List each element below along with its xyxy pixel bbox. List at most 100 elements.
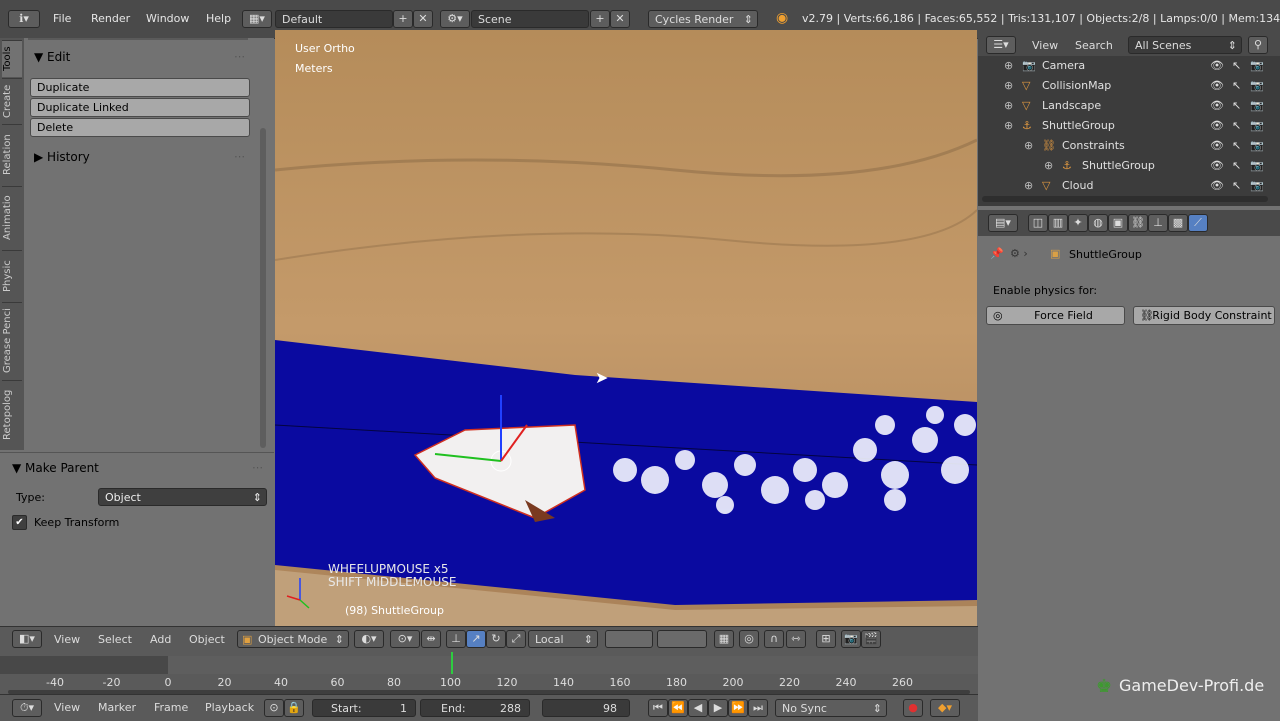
expand-toggle-icon[interactable]: ⊕ [1044,156,1053,176]
expand-toggle-icon[interactable]: ⊕ [1004,56,1013,76]
selectable-arrow-icon[interactable]: ↖ [1232,156,1241,176]
pivot-icon[interactable]: ⊙▾ [390,630,420,648]
render-camera-icon[interactable]: 📷 [1250,56,1264,76]
manipulator-toggle-icon[interactable]: ⇹ [421,630,441,648]
tab-tools[interactable]: Tools [2,40,22,77]
outliner-row[interactable]: ⊕ ▽ Cloud 👁 ↖ 📷 [978,176,1280,196]
translate-active-icon[interactable]: ↗ [466,630,486,648]
expand-toggle-icon[interactable]: ⊕ [1004,96,1013,116]
translate-icon[interactable]: ⊥ [446,630,466,648]
3d-viewport[interactable]: User Ortho Meters WHEELUPMOUSE x5 SHIFT … [275,30,977,626]
drag-handle-icon[interactable]: ⋯ [252,461,263,474]
screen-layout-field[interactable]: Default [275,10,393,28]
delete-button[interactable]: Delete [30,118,250,137]
render-camera-icon[interactable]: 📷 [1250,96,1264,116]
viewport-type-icon[interactable]: ◧▾ [12,630,42,648]
world-tab-icon[interactable]: ◍ [1088,214,1108,232]
timeline-type-icon[interactable]: ⏱▾ [12,699,42,717]
timeline[interactable]: -40 -20 0 20 40 60 80 100 120 140 160 180 200 220 240 2… [0,650,978,694]
menu-file[interactable]: File [53,12,71,25]
layer-buttons-2[interactable] [657,630,707,648]
rigid-body-constraint-button[interactable]: ⛓ Rigid Body Constraint [1133,306,1275,325]
proportional-edit-icon[interactable]: ◎ [739,630,759,648]
tab-create[interactable]: Create [2,78,22,123]
render-camera-icon[interactable]: 📷 [1250,116,1264,136]
duplicate-linked-button[interactable]: Duplicate Linked [30,98,250,117]
selectable-arrow-icon[interactable]: ↖ [1232,116,1241,136]
tab-grease-pencil[interactable]: Grease Penci [2,302,22,379]
shading-icon[interactable]: ◐▾ [354,630,384,648]
outliner-row[interactable]: ⊕ ▽ Landscape 👁 ↖ 📷 [978,96,1280,116]
render-camera-icon[interactable]: 📷 [1250,76,1264,96]
jump-keyframe-forward-icon[interactable]: ⏩ [728,699,748,717]
start-frame-field[interactable]: Start: 1 [312,699,416,717]
outliner-view-menu[interactable]: View [1032,39,1058,52]
layer-buttons-1[interactable] [605,630,653,648]
outliner-row[interactable]: ⊕ ▽ CollisionMap 👁 ↖ 📷 [978,76,1280,96]
footer-playback-menu[interactable]: Playback [205,701,254,714]
record-icon[interactable]: ● [903,699,923,717]
tab-physics[interactable]: Physic [2,250,22,301]
play-icon[interactable]: ▶ [708,699,728,717]
parent-type-dropdown[interactable]: Object ⇕ [98,488,267,506]
toolshelf-scrollbar[interactable] [260,128,266,448]
keep-transform-checkbox[interactable]: ✔ [12,515,27,530]
lock-layers-icon[interactable]: ▦ [714,630,734,648]
selectable-arrow-icon[interactable]: ↖ [1232,76,1241,96]
jump-keyframe-back-icon[interactable]: ⏪ [668,699,688,717]
scene-tab-icon[interactable]: ✦ [1068,214,1088,232]
menu-help[interactable]: Help [206,12,231,25]
force-field-button[interactable]: ◎ Force Field [986,306,1125,325]
visibility-eye-icon[interactable]: 👁 [1210,136,1224,156]
footer-frame-menu[interactable]: Frame [154,701,188,714]
outliner-search-menu[interactable]: Search [1075,39,1113,52]
drag-handle-icon[interactable]: ⋯ [234,50,245,63]
visibility-eye-icon[interactable]: 👁 [1210,96,1224,116]
remove-scene-icon[interactable]: ✕ [610,10,630,28]
render-animation-icon[interactable]: 🎬 [861,630,881,648]
footer-marker-menu[interactable]: Marker [98,701,136,714]
constraints-tab-icon[interactable]: ⛓ [1128,214,1148,232]
menu-render[interactable]: Render [91,12,130,25]
viewport-view-menu[interactable]: View [54,633,80,646]
snap-target-icon[interactable]: ⊞ [816,630,836,648]
properties-type-icon[interactable]: ▤▾ [988,214,1018,232]
scene-icon[interactable]: ⚙▾ [440,10,470,28]
sync-mode-dropdown[interactable]: No Sync ⇕ [775,699,887,717]
footer-view-menu[interactable]: View [54,701,80,714]
tab-relation[interactable]: Relation [2,124,22,185]
jump-end-icon[interactable]: ⏭ [748,699,768,717]
visibility-eye-icon[interactable]: 👁 [1210,56,1224,76]
viewport-add-menu[interactable]: Add [150,633,171,646]
menu-window[interactable]: Window [146,12,189,25]
expand-toggle-icon[interactable]: ⊕ [1004,116,1013,136]
tab-retopology[interactable]: Retopolog [2,380,22,449]
end-frame-field[interactable]: End: 288 [420,699,530,717]
current-frame-field[interactable]: 98 [542,699,630,717]
search-icon[interactable]: ⚲ [1248,36,1268,54]
play-reverse-icon[interactable]: ◀ [688,699,708,717]
selectable-arrow-icon[interactable]: ↖ [1232,96,1241,116]
lock-icon[interactable]: 🔒 [284,699,304,717]
viewport-select-menu[interactable]: Select [98,633,132,646]
visibility-eye-icon[interactable]: 👁 [1210,156,1224,176]
screen-layout-icon[interactable]: ▦▾ [242,10,272,28]
selectable-arrow-icon[interactable]: ↖ [1232,176,1241,196]
object-data-tab-icon[interactable]: ⊥ [1148,214,1168,232]
visibility-eye-icon[interactable]: 👁 [1210,76,1224,96]
selectable-arrow-icon[interactable]: ↖ [1232,136,1241,156]
snap-element-icon[interactable]: ⇿ [786,630,806,648]
outliner-row[interactable]: ⊕ 📷 Camera 👁 ↖ 📷 [978,56,1280,76]
snap-toggle-icon[interactable]: ∩ [764,630,784,648]
history-panel-header[interactable]: ▶ History [34,150,90,164]
keying-set-icon[interactable]: ◆▾ [930,699,960,717]
remove-screen-icon[interactable]: ✕ [413,10,433,28]
render-layers-tab-icon[interactable]: ▥ [1048,214,1068,232]
visibility-eye-icon[interactable]: 👁 [1210,116,1224,136]
editor-type-info-icon[interactable]: ℹ▾ [8,10,40,28]
render-camera-icon[interactable]: 📷 [1250,136,1264,156]
expand-toggle-icon[interactable]: ⊕ [1004,76,1013,96]
scene-field[interactable]: Scene [471,10,589,28]
mode-dropdown[interactable]: ▣ Object Mode ⇕ [237,630,349,648]
pin-icon[interactable]: 📌 [990,247,1004,260]
